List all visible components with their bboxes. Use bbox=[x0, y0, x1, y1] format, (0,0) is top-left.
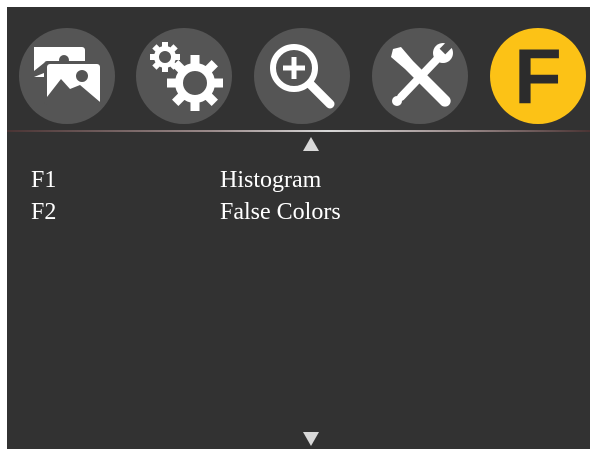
scroll-down-arrow-icon[interactable] bbox=[303, 432, 319, 446]
tools-icon bbox=[391, 41, 453, 107]
tab-functions[interactable]: F bbox=[490, 28, 586, 124]
function-key: F2 bbox=[31, 199, 57, 225]
tab-divider bbox=[7, 130, 590, 132]
scroll-up-arrow-icon[interactable] bbox=[303, 137, 319, 151]
function-key: F1 bbox=[31, 167, 57, 193]
tab-settings[interactable] bbox=[136, 28, 232, 124]
tab-images[interactable] bbox=[19, 28, 115, 124]
zoom-in-icon bbox=[270, 44, 335, 109]
tab-zoom[interactable] bbox=[254, 28, 350, 124]
tab-bar: F bbox=[7, 7, 590, 130]
function-label: False Colors bbox=[220, 199, 341, 225]
menu-screen: F F1 Histogram F2 False Colors bbox=[7, 7, 590, 449]
list-item-f2[interactable]: F2 False Colors bbox=[31, 197, 571, 227]
function-f-icon: F bbox=[514, 32, 562, 120]
tab-tools[interactable] bbox=[372, 28, 468, 124]
function-label: Histogram bbox=[220, 167, 322, 193]
gears-icon bbox=[150, 42, 223, 111]
images-icon bbox=[34, 47, 100, 105]
list-item-f1[interactable]: F1 Histogram bbox=[31, 165, 571, 195]
